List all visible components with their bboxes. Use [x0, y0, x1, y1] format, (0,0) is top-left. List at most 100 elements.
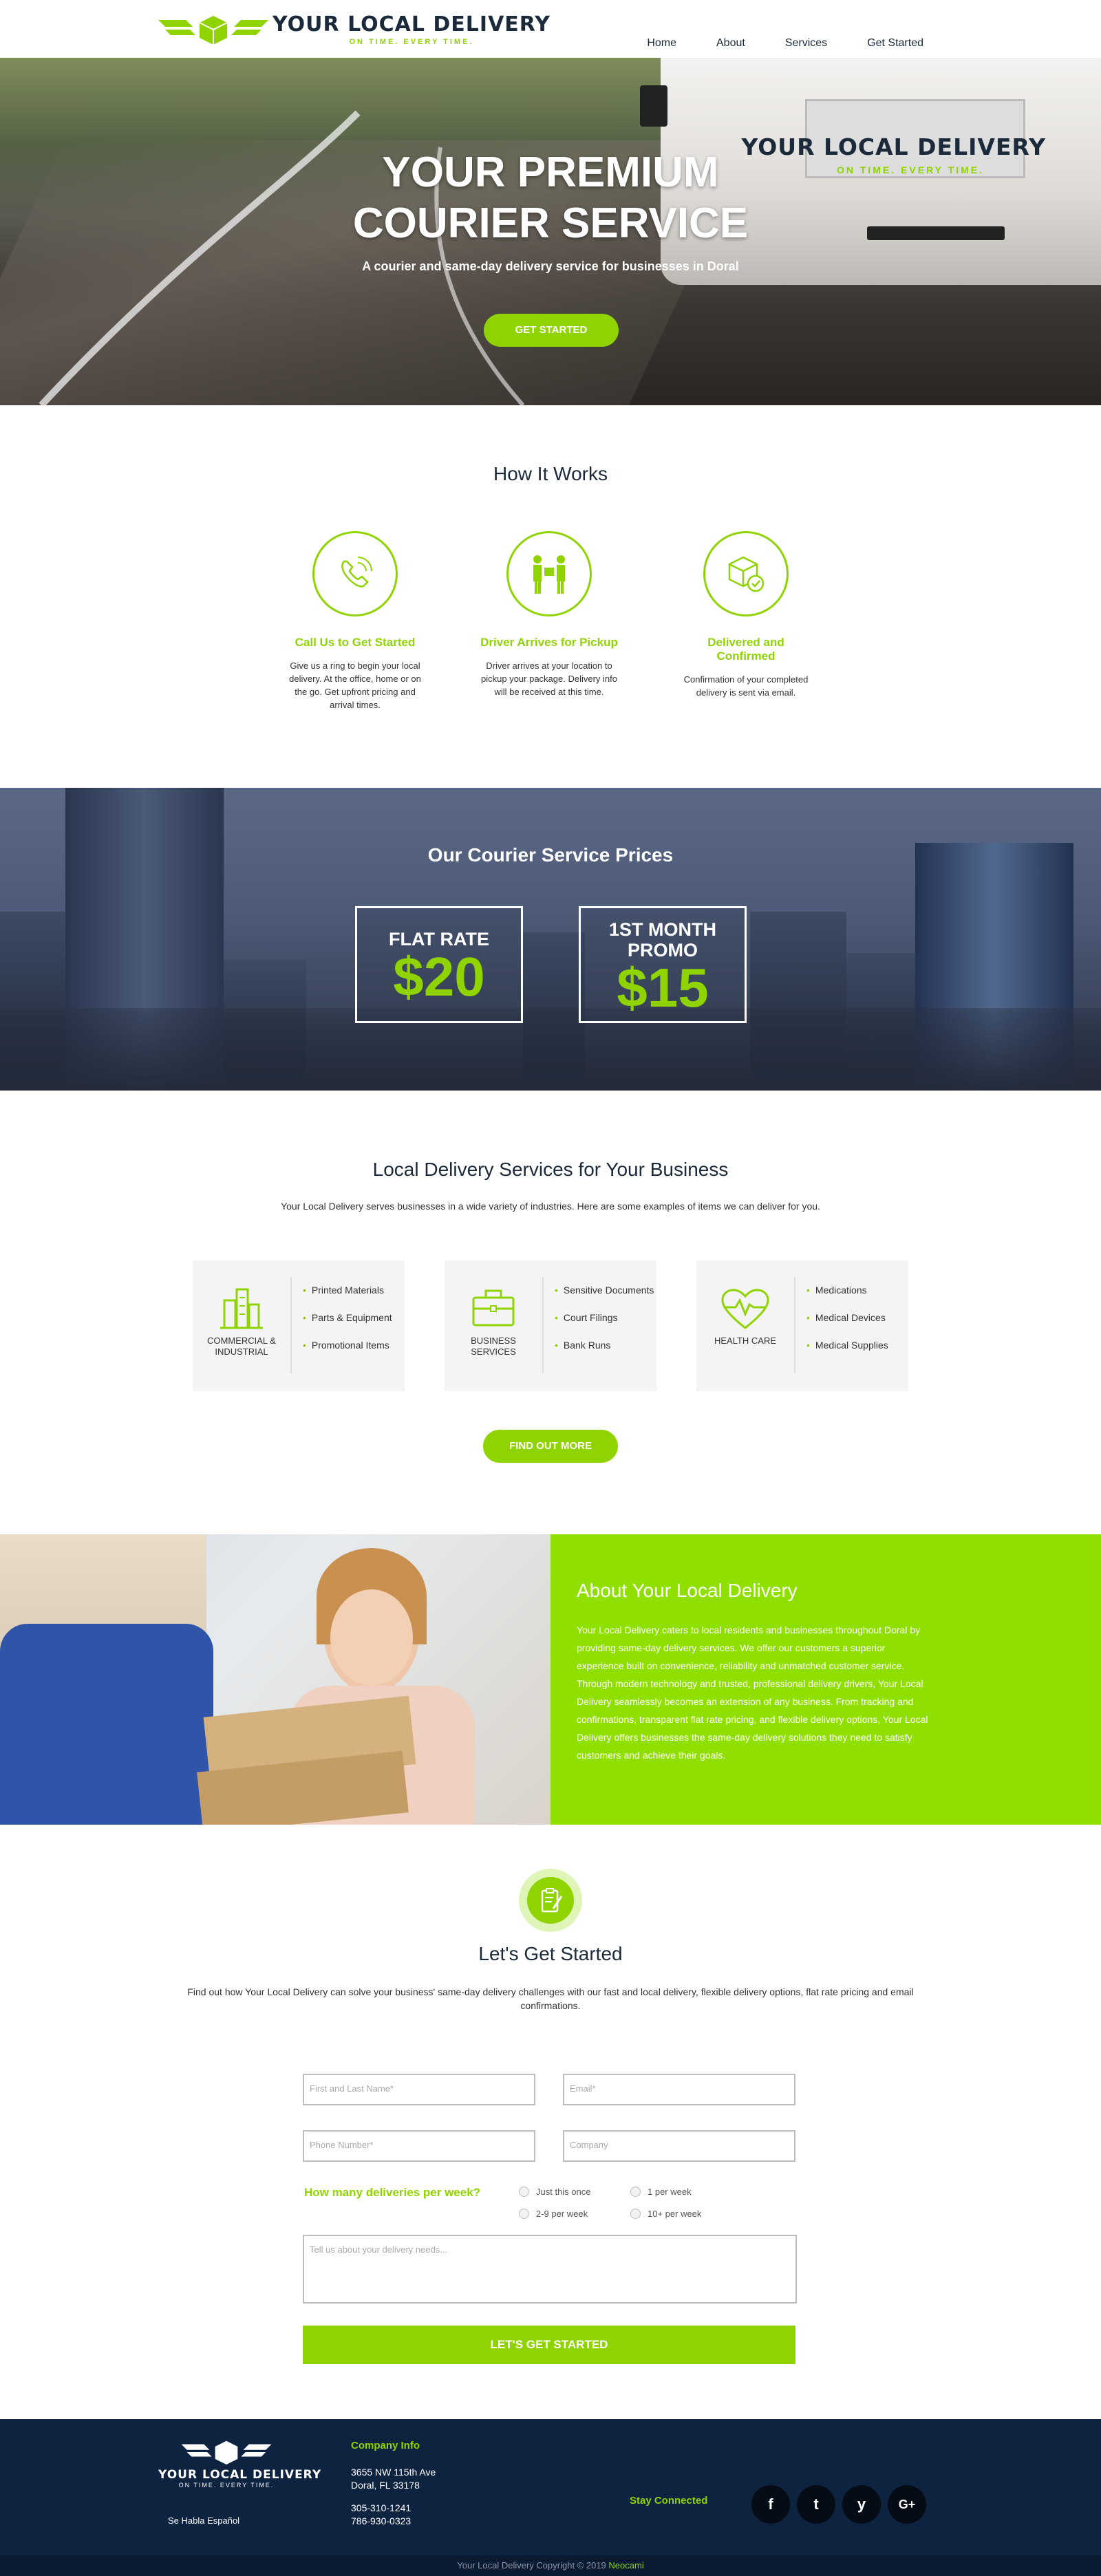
nav-home[interactable]: Home [647, 37, 676, 50]
get-started-button[interactable]: GET STARTED [484, 314, 619, 347]
radio-10-plus-per-week[interactable]: 10+ per week [630, 2209, 701, 2219]
footer-logo[interactable]: YOUR LOCAL DELIVERY ON TIME. EVERY TIME. [158, 2440, 321, 2489]
get-started-intro: Find out how Your Local Delivery can sol… [187, 1986, 914, 2011]
phone-number-2[interactable]: 786-930-0323 [351, 2515, 411, 2528]
wings-box-logo-icon [181, 2440, 272, 2465]
how-it-works-title: How It Works [493, 463, 608, 484]
card-label-area: COMMERCIAL & INDUSTRIAL [193, 1260, 290, 1391]
twitter-icon[interactable]: t [797, 2485, 835, 2524]
address-line1: 3655 NW 115th Ave [351, 2467, 436, 2478]
card-label-line2: INDUSTRIAL [215, 1346, 268, 1357]
road-lines [39, 110, 525, 405]
yelp-icon[interactable]: y [842, 2485, 881, 2524]
box-check-icon [728, 556, 765, 592]
card-item-list: Medications Medical Devices Medical Supp… [806, 1285, 888, 1367]
site-logo[interactable]: YOUR LOCAL DELIVERY ON TIME. EVERY TIME. [158, 12, 550, 46]
card-item-list: Printed Materials Parts & Equipment Prom… [303, 1285, 392, 1367]
briefcase-icon [472, 1289, 515, 1327]
site-header: YOUR LOCAL DELIVERY ON TIME. EVERY TIME.… [0, 0, 1101, 58]
hero-section: YOUR LOCAL DELIVERY ON TIME. EVERY TIME.… [0, 58, 1101, 405]
nav-get-started[interactable]: Get Started [867, 37, 923, 50]
flat-rate-box: FLAT RATE $20 [355, 906, 523, 1023]
van-mirror [640, 85, 667, 127]
logo-tagline: ON TIME. EVERY TIME. [349, 38, 474, 46]
nav-about[interactable]: About [716, 37, 745, 50]
hero-title-line1: YOUR PREMIUM [382, 149, 719, 196]
wings-box-logo-icon [158, 15, 268, 45]
promo-box: 1ST MONTH PROMO $15 [579, 906, 747, 1023]
company-field[interactable]: Company [563, 2130, 795, 2162]
phone-icon [341, 557, 372, 588]
card-divider [290, 1277, 292, 1373]
price-label-line1: 1ST MONTH [608, 919, 716, 940]
facebook-icon[interactable]: f [751, 2485, 790, 2524]
city-base [0, 1008, 1101, 1091]
card-label-area: HEALTH CARE [696, 1260, 794, 1391]
step-pickup: Driver Arrives for Pickup Driver arrives… [480, 531, 618, 698]
radio-circle[interactable] [519, 2187, 529, 2197]
logo-text: YOUR LOCAL DELIVERY [272, 12, 550, 36]
radio-circle[interactable] [630, 2209, 641, 2219]
list-item: Medical Supplies [806, 1340, 888, 1351]
radio-2-9-per-week[interactable]: 2-9 per week [519, 2209, 588, 2219]
list-item: Parts & Equipment [303, 1312, 392, 1323]
site-footer: YOUR LOCAL DELIVERY ON TIME. EVERY TIME.… [0, 2419, 1101, 2555]
radio-1-per-week[interactable]: 1 per week [630, 2187, 692, 2197]
company-address: 3655 NW 115th Ave Doral, FL 33178 [351, 2466, 436, 2492]
radio-just-once[interactable]: Just this once [519, 2187, 591, 2197]
step-text: Driver arrives at your location to picku… [481, 661, 617, 697]
price-value: $15 [617, 957, 709, 1018]
clipboard-pen-icon [541, 1888, 563, 1913]
price-label: 1ST MONTH PROMO [581, 919, 745, 960]
list-item: Court Filings [555, 1312, 654, 1323]
woman-face-front [330, 1589, 413, 1686]
step-icon-circle [703, 531, 789, 616]
list-item: Printed Materials [303, 1285, 392, 1296]
list-item: Promotional Items [303, 1340, 392, 1351]
step-delivered: Delivered and Confirmed Confirmation of … [677, 531, 815, 699]
phone-field[interactable]: Phone Number* [303, 2130, 535, 2162]
prices-title: Our Courier Service Prices [427, 844, 674, 866]
radio-circle[interactable] [630, 2187, 641, 2197]
radio-label: 10+ per week [648, 2209, 702, 2219]
card-label-line2: SERVICES [471, 1346, 516, 1357]
about-section: About Your Local Delivery Your Local Del… [0, 1534, 1101, 1825]
service-card-business: BUSINESS SERVICES Sensitive Documents Co… [445, 1260, 656, 1391]
card-item-list: Sensitive Documents Court Filings Bank R… [555, 1285, 654, 1367]
credit-link[interactable]: Neocami [608, 2560, 643, 2570]
list-item: Bank Runs [555, 1340, 654, 1351]
find-out-more-button[interactable]: FIND OUT MORE [483, 1430, 618, 1463]
step-title: Delivered and Confirmed [707, 636, 784, 663]
radio-circle[interactable] [519, 2209, 529, 2219]
radio-label: 1 per week [648, 2187, 692, 2197]
card-label-area: BUSINESS SERVICES [445, 1260, 542, 1391]
step-title: Driver Arrives for Pickup [480, 636, 618, 649]
heart-pulse-icon [721, 1289, 769, 1329]
main-nav: Home About Services Get Started [647, 37, 923, 50]
list-item: Sensitive Documents [555, 1285, 654, 1296]
se-habla-espanol: Se Habla Español [168, 2515, 240, 2526]
hero-title-line2: COURIER SERVICE [352, 200, 749, 247]
card-label-line1: COMMERCIAL & [207, 1335, 276, 1346]
phone-number-1[interactable]: 305-310-1241 [351, 2502, 411, 2515]
about-photo [0, 1534, 550, 1825]
card-label: HEALTH CARE [696, 1335, 794, 1346]
email-field[interactable]: Email* [563, 2074, 795, 2105]
step-icon-circle [506, 531, 592, 616]
card-label: COMMERCIAL & INDUSTRIAL [193, 1335, 290, 1357]
lets-get-started-button[interactable]: LET'S GET STARTED [303, 2326, 795, 2364]
list-item: Medications [806, 1285, 888, 1296]
name-field[interactable]: First and Last Name* [303, 2074, 535, 2105]
hero-subtitle: A courier and same-day delivery service … [362, 259, 739, 273]
nav-services[interactable]: Services [785, 37, 827, 50]
footer-logo-tagline: ON TIME. EVERY TIME. [178, 2482, 275, 2489]
step-icon-circle [312, 531, 398, 616]
building-icon [220, 1288, 263, 1329]
service-card-health: HEALTH CARE Medications Medical Devices … [696, 1260, 908, 1391]
google-plus-icon[interactable]: G+ [888, 2485, 926, 2524]
message-textarea[interactable]: Tell us about your delivery needs... [303, 2235, 797, 2304]
service-card-commercial: COMMERCIAL & INDUSTRIAL Printed Material… [193, 1260, 405, 1391]
package-handoff-icon [533, 555, 565, 594]
about-title: About Your Local Delivery [577, 1580, 798, 1601]
step-call: Call Us to Get Started Give us a ring to… [286, 531, 424, 711]
